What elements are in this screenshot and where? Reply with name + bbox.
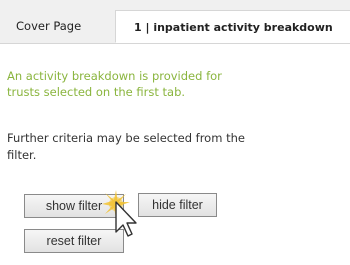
tab-cover-page[interactable]: Cover Page [4,10,115,43]
intro-text: An activity breakdown is provided for tr… [7,68,307,100]
report-view: Cover Page 1 | inpatient activity breakd… [0,0,350,265]
intro-line: An activity breakdown is provided for [7,69,222,83]
show-filter-button[interactable]: show filter [24,194,124,218]
tab-bar: Cover Page 1 | inpatient activity breakd… [0,0,350,44]
intro-line: trusts selected on the first tab. [7,85,186,99]
hide-filter-button[interactable]: hide filter [138,193,217,217]
tab-inpatient-activity-breakdown[interactable]: 1 | inpatient activity breakdown [115,10,350,43]
criteria-line: Further criteria may be selected from th… [7,131,245,145]
criteria-line: filter. [7,148,37,162]
criteria-text: Further criteria may be selected from th… [7,130,327,164]
reset-filter-button[interactable]: reset filter [24,229,124,253]
